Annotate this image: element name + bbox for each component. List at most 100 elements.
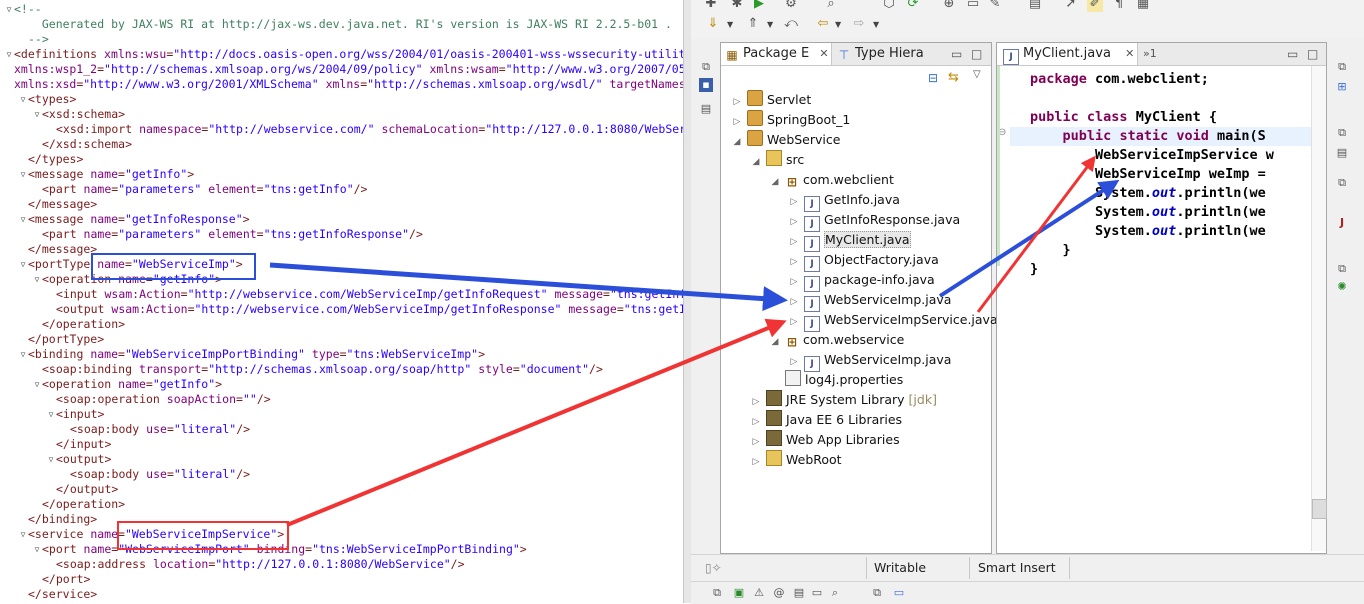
- console-icon[interactable]: ▪: [699, 78, 713, 92]
- block-selection-icon[interactable]: ▦: [1135, 0, 1151, 12]
- restore-icon[interactable]: ⧉: [1335, 60, 1349, 74]
- junit-icon[interactable]: J: [1335, 216, 1349, 230]
- search-icon[interactable]: ⌕: [827, 585, 843, 601]
- collapse-toggle-icon[interactable]: ▽: [18, 212, 28, 227]
- expand-toggle-icon[interactable]: ◢: [750, 152, 762, 172]
- expand-toggle-icon[interactable]: ▷: [731, 92, 743, 112]
- bug-icon[interactable]: ✺: [1335, 280, 1349, 294]
- collapse-toggle-icon[interactable]: ▽: [32, 377, 42, 392]
- collapse-toggle-icon[interactable]: ▽: [18, 167, 28, 182]
- expand-toggle-icon[interactable]: ▷: [750, 412, 762, 432]
- minimize-icon[interactable]: ▭: [951, 43, 962, 65]
- editor-overflow-indicator[interactable]: »1: [1143, 43, 1157, 65]
- expand-toggle-icon[interactable]: ▷: [750, 452, 762, 472]
- open-type-icon[interactable]: ⬡: [881, 0, 897, 12]
- close-icon[interactable]: ✕: [1125, 47, 1134, 60]
- tree-item[interactable]: ▷ J MyClient.java: [788, 230, 911, 252]
- tab-myclient-java[interactable]: J MyClient.java ✕: [997, 43, 1138, 65]
- tree-item[interactable]: ▷ J WebServiceImp.java: [788, 290, 951, 312]
- link-with-editor-icon[interactable]: ⇆: [948, 70, 959, 85]
- expand-toggle-icon[interactable]: ▷: [788, 212, 800, 232]
- console-icon[interactable]: ▭: [809, 585, 825, 601]
- source-code[interactable]: package com.webclient; public class MyCli…: [1010, 66, 1309, 551]
- properties-icon[interactable]: ▤: [699, 102, 713, 116]
- expand-toggle-icon[interactable]: ▷: [788, 292, 800, 312]
- collapse-toggle-icon[interactable]: ▽: [4, 2, 14, 17]
- tab-type-hierarchy[interactable]: ⊤ Type Hiera: [837, 43, 937, 65]
- chevron-down-icon[interactable]: ▼: [835, 20, 841, 29]
- tree-item[interactable]: ◢ WebService: [731, 130, 840, 150]
- back-icon[interactable]: ⇦: [815, 16, 831, 32]
- expand-toggle-icon[interactable]: ▷: [750, 392, 762, 412]
- javadoc-icon[interactable]: @: [771, 585, 787, 601]
- tree-item[interactable]: ▷ WebRoot: [750, 450, 842, 470]
- scrollbar-thumb[interactable]: [1312, 499, 1327, 519]
- chevron-down-icon[interactable]: ▼: [767, 20, 773, 29]
- outline-icon[interactable]: ⊞: [1335, 80, 1349, 94]
- tree-item[interactable]: ◢ src: [750, 150, 804, 170]
- collapse-toggle-icon[interactable]: ▽: [4, 47, 14, 62]
- search-icon[interactable]: ⌕: [823, 0, 839, 12]
- expand-toggle-icon[interactable]: ▷: [731, 112, 743, 132]
- collapse-toggle-icon[interactable]: ▽: [18, 527, 28, 542]
- expand-toggle-icon[interactable]: ▷: [788, 252, 800, 272]
- tree-item[interactable]: ▷ Jpackage-info.java: [788, 270, 935, 292]
- restore-icon[interactable]: ⧉: [869, 585, 885, 601]
- maximize-icon[interactable]: □: [971, 43, 982, 65]
- previous-annotation-icon[interactable]: ⇑: [745, 16, 761, 32]
- collapse-toggle-icon[interactable]: ▽: [46, 452, 56, 467]
- restore-icon[interactable]: ⧉: [699, 60, 713, 74]
- restore-icon[interactable]: ⧉: [709, 585, 725, 601]
- expand-toggle-icon[interactable]: ▷: [788, 192, 800, 212]
- tree-item[interactable]: ▷ J GetInfo.java: [788, 190, 900, 212]
- open-folder-icon[interactable]: ▭: [965, 0, 981, 12]
- folder-icon[interactable]: ▤: [1027, 0, 1043, 12]
- close-icon[interactable]: ✕: [819, 47, 828, 60]
- servers-icon[interactable]: ▣: [731, 585, 747, 601]
- tree-item[interactable]: ▷ Web App Libraries: [750, 430, 900, 450]
- tasks-icon[interactable]: ▤: [1335, 146, 1349, 160]
- tree-item[interactable]: ◢ ⊞ com.webservice: [769, 330, 905, 352]
- new-icon[interactable]: ✚: [703, 0, 719, 12]
- restore-icon[interactable]: ⧉: [1335, 176, 1349, 190]
- expand-toggle-icon[interactable]: ▷: [788, 312, 800, 332]
- expand-toggle-icon[interactable]: ▷: [788, 232, 800, 252]
- collapse-toggle-icon[interactable]: ▽: [32, 272, 42, 287]
- tree-item[interactable]: ▷ J GetInfoResponse.java: [788, 210, 960, 232]
- tree-item[interactable]: ▷ J WebServiceImpService.java: [788, 310, 998, 332]
- pointer-icon[interactable]: ➚: [1063, 0, 1079, 12]
- tree-item[interactable]: ▷ J WebServiceImp.java: [788, 350, 951, 372]
- run-icon[interactable]: ▶: [751, 0, 767, 12]
- expand-toggle-icon[interactable]: ◢: [769, 172, 781, 192]
- collapse-toggle-icon[interactable]: ▽: [32, 542, 42, 557]
- pencil-icon[interactable]: ✎: [987, 0, 1003, 12]
- tree-item[interactable]: log4j.properties: [769, 370, 903, 390]
- collapse-toggle-icon[interactable]: ▽: [18, 257, 28, 272]
- collapse-toggle-icon[interactable]: ▽: [32, 107, 42, 122]
- external-tools-icon[interactable]: ⚙: [783, 0, 799, 12]
- minimize-icon[interactable]: ▭: [1287, 43, 1298, 65]
- tree-item[interactable]: ▷ SpringBoot_1: [731, 110, 850, 130]
- expand-toggle-icon[interactable]: ▷: [750, 432, 762, 452]
- restore-icon[interactable]: ⧉: [1335, 126, 1349, 140]
- collapse-all-icon[interactable]: ⊟: [928, 71, 938, 85]
- tree-item[interactable]: ▷ Java EE 6 Libraries: [750, 410, 902, 430]
- refresh-icon[interactable]: ⟳: [905, 0, 921, 12]
- tree-item[interactable]: ◢ ⊞ com.webclient: [769, 170, 894, 190]
- collapse-toggle-icon[interactable]: ▽: [18, 92, 28, 107]
- open-task-icon[interactable]: ⊕: [941, 0, 957, 12]
- maximize-icon[interactable]: □: [1307, 43, 1318, 65]
- expand-toggle-icon[interactable]: ◢: [769, 332, 781, 352]
- chevron-down-icon[interactable]: ▼: [873, 20, 879, 29]
- expand-toggle-icon[interactable]: ▷: [788, 272, 800, 292]
- chevron-down-icon[interactable]: ▼: [727, 20, 733, 29]
- last-edit-icon[interactable]: ⤺: [783, 16, 799, 32]
- problems-icon[interactable]: ⚠: [751, 585, 767, 601]
- show-whitespace-icon[interactable]: ¶: [1111, 0, 1127, 12]
- declaration-icon[interactable]: ▤: [791, 585, 807, 601]
- tree-item[interactable]: ▷ JRE System Library [jdk]: [750, 390, 937, 410]
- expand-toggle-icon[interactable]: ◢: [731, 132, 743, 152]
- quick-access-icon[interactable]: ▯✧: [705, 555, 722, 581]
- tree-item[interactable]: ▷ J ObjectFactory.java: [788, 250, 939, 272]
- tree-item[interactable]: ▷ Servlet: [731, 90, 811, 110]
